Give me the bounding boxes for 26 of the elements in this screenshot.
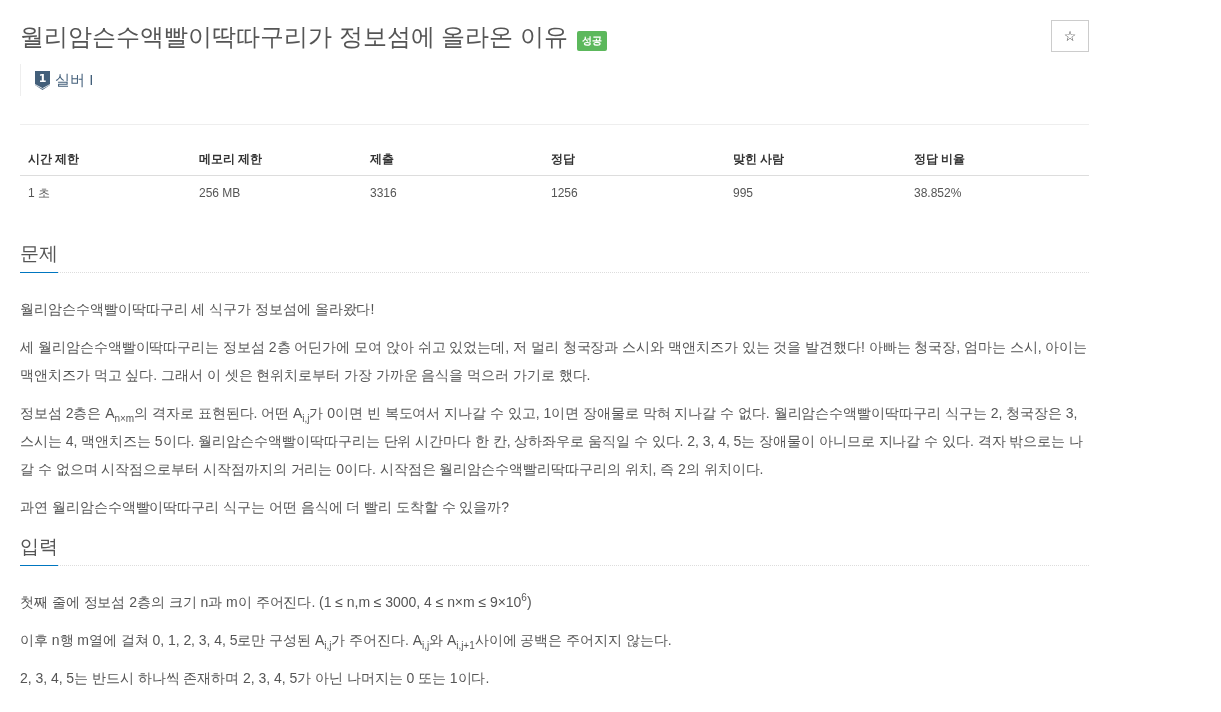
table-cell: 1 초	[20, 175, 191, 210]
star-button[interactable]: ☆	[1051, 20, 1089, 52]
table-cell: 3316	[362, 175, 543, 210]
paragraph: 이후 n행 m열에 걸쳐 0, 1, 2, 3, 4, 5로만 구성된 A$_{i,j}$가 주어진다. A$_{i,j}$와 A$_{i,j+1}$사이에 공백은 주어지지 않는다.	[20, 631, 673, 653]
problem-title: 월리암슨수액빨이딱따구리가 정보섬에 올라온 이유	[20, 22, 568, 52]
column-header: 시간 제한	[20, 144, 191, 176]
column-header: 정답 비율	[906, 144, 1089, 176]
paragraph: 첫째 줄에 정보섬 2층의 크기 n과 m이 주어진다. (1 ≤ n,m ≤ 3000, 4 ≤ n×m ≤ 9×10$^{6}$)	[20, 591, 533, 612]
tier-shield-icon: 1	[35, 70, 50, 90]
result-label: 성공	[577, 31, 607, 51]
paragraph: 월리암슨수액빨이딱따구리 세 식구가 정보섬에 올라왔다!	[20, 300, 376, 319]
paragraph: 과연 월리암슨수액빨이딱따구리 식구는 어떤 음식에 더 빨리 도착할 수 있을까?	[20, 498, 511, 517]
table-cell: 256 MB	[191, 175, 362, 210]
column-header: 정답	[543, 144, 725, 176]
table-cell: 38.852%	[906, 175, 1089, 210]
tier-label[interactable]: 실버 I	[55, 70, 94, 90]
paragraph: 정보섬 2층은 A$_{n×m}$의 격자로 표현된다. 어떤 A$_{i,j}$가 0이면 빈 복도여서 지나갈 수 있고, 1이면 장애물로 막혀 지나갈 수 없다. 월리암슨수액빨이딱따구리 식구는 2, 청국장은 3, 스시는 4, 맥앤치즈는 5이다. 월리암슨수액빨이딱따구리는 단위 시간마다 한 칸, 상하좌우로 움직일 수 있다. 2, 3, 4, 5는 장애물이 아니므로 지나갈 수 있다. 격자 밖으로는 나갈 수 없으며 시작점으로부터 시작점까지의 거리는 0이다. 시작점은 월리암슨수액빨리딱따구리의 위치, 즉 2의 위치이다.	[20, 404, 1085, 479]
paragraph: 세 월리암슨수액빨이딱따구리는 정보섬 2층 어딘가에 모여 앉아 쉬고 있었는데, 저 멀리 청국장과 스시와 맥앤치즈가 있는 것을 발견했다! 아빠는 청국장, 엄마는 스시, 아이는 맥앤치즈가 먹고 싶다. 그래서 이 셋은 현위치로부터 가장 가까운 음식을 먹으러 가기로 했다.	[20, 338, 1089, 385]
table-cell: 1256	[543, 175, 725, 210]
section-heading: 문제	[20, 239, 58, 273]
table-cell: 995	[725, 175, 906, 210]
section-heading: 입력	[20, 532, 58, 566]
column-header: 제출	[362, 144, 543, 176]
column-header: 메모리 제한	[191, 144, 362, 176]
column-header: 맞힌 사람	[725, 144, 906, 176]
paragraph: 2, 3, 4, 5는 반드시 하나씩 존재하며 2, 3, 4, 5가 아닌 나머지는 0 또는 1이다.	[20, 669, 491, 688]
